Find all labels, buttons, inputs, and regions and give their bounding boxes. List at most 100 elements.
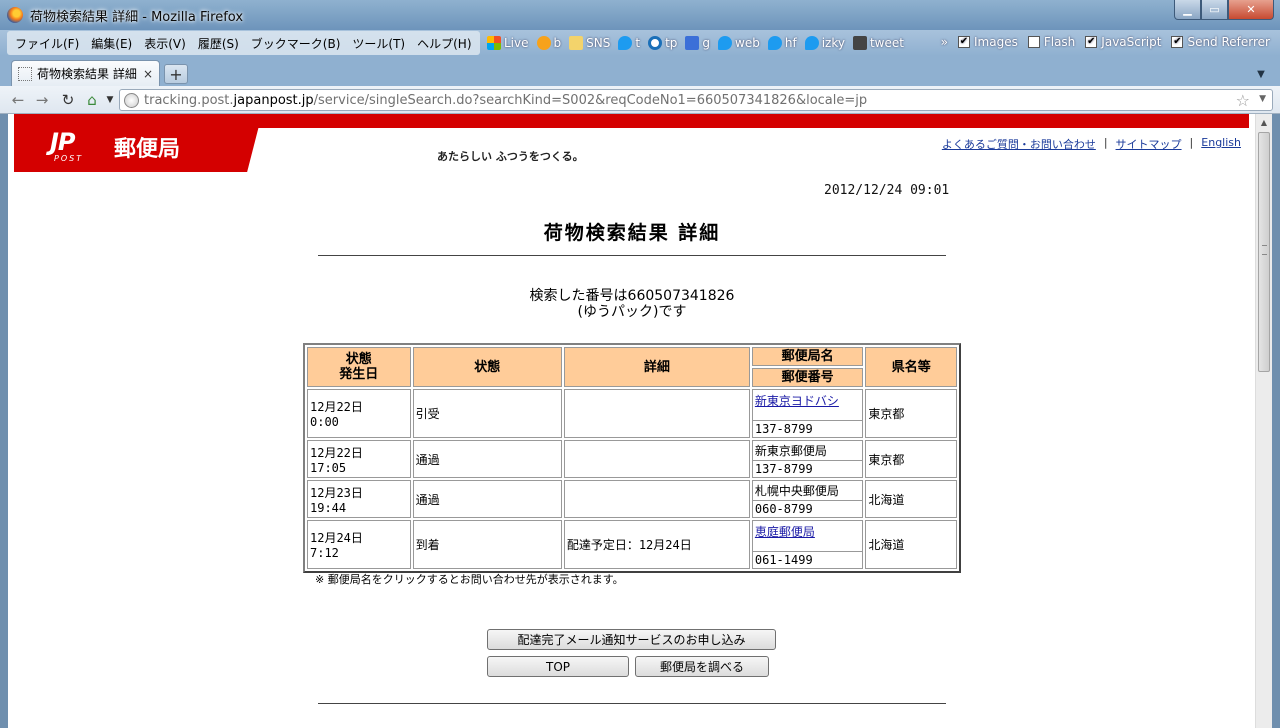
searched-number: 検索した番号は660507341826 (ゆうパック)です (318, 288, 946, 320)
cell-office: 新東京郵便局 137-8799 (751, 440, 864, 478)
cell-status: 通過 (412, 480, 562, 518)
page-title: 荷物検索結果 詳細 (543, 222, 721, 244)
delivery-notification-button[interactable]: 配達完了メール通知サービスのお申し込み (487, 629, 776, 650)
send-referrer-checkbox[interactable]: ✔ (1171, 36, 1184, 48)
menu-view[interactable]: 表示(V) (138, 35, 192, 52)
vertical-scrollbar[interactable]: ▲ (1255, 114, 1272, 728)
cell-zip: 137-8799 (754, 462, 813, 476)
twitpic-icon (648, 36, 663, 50)
jp-logo-post: POST (54, 154, 84, 163)
bookmark-t[interactable]: t (618, 36, 640, 50)
jp-logo-mark: JP (50, 128, 76, 156)
cell-zip: 061-1499 (754, 552, 813, 567)
bookmark-sns[interactable]: SNS (569, 36, 610, 50)
cell-status: 引受 (412, 389, 562, 438)
header-detail: 詳細 (563, 347, 750, 387)
flash-checkbox[interactable] (1027, 36, 1040, 48)
menu-edit[interactable]: 編集(E) (85, 35, 138, 52)
menu-tools[interactable]: ツール(T) (346, 35, 411, 52)
bookmark-live[interactable]: Live (487, 36, 529, 50)
scrollbar-thumb[interactable] (1258, 132, 1270, 372)
bookmarks-overflow-chevron-icon[interactable]: » (941, 35, 948, 49)
bookmark-b[interactable]: b (536, 36, 561, 50)
window-titlebar: 荷物検索結果 詳細 - Mozilla Firefox ▁ ▭ ✕ (0, 0, 1280, 30)
twitter-icon (718, 36, 733, 50)
tab-bar: 荷物検索結果 詳細 × + ▼ (0, 56, 1280, 86)
hatena-icon (536, 36, 551, 50)
office-link-eniwa[interactable]: 恵庭郵便局 (755, 525, 815, 539)
cell-zip: 137-8799 (754, 421, 813, 436)
navigation-toolbar: ← → ↻ ⌂ ▼ tracking.post. japanpost.jp/ser… (0, 86, 1280, 114)
menu-history[interactable]: 履歴(S) (192, 35, 245, 52)
folder-icon (569, 36, 584, 50)
table-row: 12月23日 19:44 通過 札幌中央郵便局 060-8799 北海道 (307, 480, 957, 518)
cell-date: 12月22日 0:00 (307, 389, 411, 438)
cell-prefecture: 東京都 (865, 440, 957, 478)
table-row: 12月22日 0:00 引受 新東京ヨドバシ 137-8799 東京都 (307, 389, 957, 438)
cell-office: 札幌中央郵便局 060-8799 (751, 480, 864, 518)
tagline: あたらしい ふつうをつくる。 (437, 150, 584, 163)
bookmark-tp[interactable]: tp (648, 36, 677, 50)
bookmark-hf[interactable]: hf (767, 36, 797, 50)
header-date: 状態 発生日 (307, 347, 411, 387)
home-dropdown-icon[interactable]: ▼ (100, 90, 120, 110)
sitemap-link[interactable]: サイトマップ (1116, 136, 1182, 152)
home-icon[interactable]: ⌂ (82, 90, 102, 110)
footer-divider (318, 703, 946, 704)
minimize-button[interactable]: ▁ (1174, 0, 1201, 20)
english-link[interactable]: English (1201, 136, 1241, 152)
cell-status: 通過 (412, 440, 562, 478)
images-checkbox[interactable]: ✔ (958, 36, 970, 48)
cell-zip: 060-8799 (754, 502, 813, 516)
jp-logo-name: 郵便局 (114, 137, 181, 162)
page-viewport: JP POST 郵便局 あたらしい ふつうをつくる。 よくあるご質問・お問い合わ… (8, 114, 1272, 728)
faq-link[interactable]: よくあるご質問・お問い合わせ (942, 136, 1096, 152)
cell-status: 到着 (412, 520, 562, 569)
cell-prefecture: 北海道 (865, 480, 957, 518)
bookmark-web[interactable]: web (718, 36, 760, 50)
close-window-button[interactable]: ✕ (1228, 0, 1274, 20)
twitter-icon (767, 36, 782, 50)
tab-close-icon[interactable]: × (143, 67, 153, 81)
bookmark-star-icon[interactable]: ☆ (1236, 91, 1250, 110)
office-link-shin-tokyo-yodobashi[interactable]: 新東京ヨドバシ (755, 394, 839, 408)
menu-help[interactable]: ヘルプ(H) (411, 35, 477, 52)
back-arrow-icon[interactable]: ← (8, 90, 28, 110)
window-title: 荷物検索結果 詳細 - Mozilla Firefox (30, 10, 244, 25)
tab-title: 荷物検索結果 詳細 (37, 67, 137, 81)
cell-detail (563, 440, 750, 478)
menu-toolbar: ファイル(F) 編集(E) 表示(V) 履歴(S) ブックマーク(B) ツール(… (0, 30, 1280, 56)
list-all-tabs-icon[interactable]: ▼ (1252, 66, 1270, 82)
header-office-name: 郵便局名 (751, 347, 864, 366)
cell-prefecture: 東京都 (865, 389, 957, 438)
twitter-icon (618, 36, 633, 50)
maximize-button[interactable]: ▭ (1201, 0, 1228, 20)
scroll-up-icon[interactable]: ▲ (1256, 114, 1272, 130)
address-bar[interactable]: tracking.post. japanpost.jp/service/singl… (119, 89, 1273, 111)
menubar: ファイル(F) 編集(E) 表示(V) 履歴(S) ブックマーク(B) ツール(… (7, 31, 480, 55)
reload-icon[interactable]: ↻ (58, 90, 78, 110)
top-button[interactable]: TOP (487, 656, 629, 677)
bookmark-izky[interactable]: izky (804, 36, 845, 50)
tab-tracking-result[interactable]: 荷物検索結果 詳細 × (11, 60, 160, 86)
url-prefix: tracking.post. (144, 92, 234, 108)
menu-bookmarks[interactable]: ブックマーク(B) (245, 35, 347, 52)
bookmark-g[interactable]: g (685, 36, 710, 50)
searched-number-line2: (ゆうパック)です (577, 304, 687, 320)
japan-post-logo[interactable]: JP POST 郵便局 (14, 114, 262, 172)
cell-prefecture: 北海道 (865, 520, 957, 569)
cell-detail: 配達予定日：12月24日 (563, 520, 750, 569)
new-tab-button[interactable]: + (164, 64, 188, 84)
javascript-checkbox[interactable]: ✔ (1085, 36, 1098, 48)
page-favicon-icon (18, 66, 32, 81)
header-postal-code: 郵便番号 (751, 368, 864, 387)
menu-file[interactable]: ファイル(F) (9, 35, 85, 52)
find-post-office-button[interactable]: 郵便局を調べる (635, 656, 769, 677)
forward-arrow-icon[interactable]: → (32, 90, 52, 110)
link-separator: | (1103, 136, 1108, 149)
url-history-dropdown-icon[interactable]: ▼ (1259, 94, 1266, 104)
bookmark-tweet[interactable]: tweet (852, 36, 904, 50)
utility-links: よくあるご質問・お問い合わせ | サイトマップ | English (942, 136, 1241, 152)
window-controls: ▁ ▭ ✕ (1174, 0, 1274, 20)
firefox-icon (7, 7, 23, 23)
